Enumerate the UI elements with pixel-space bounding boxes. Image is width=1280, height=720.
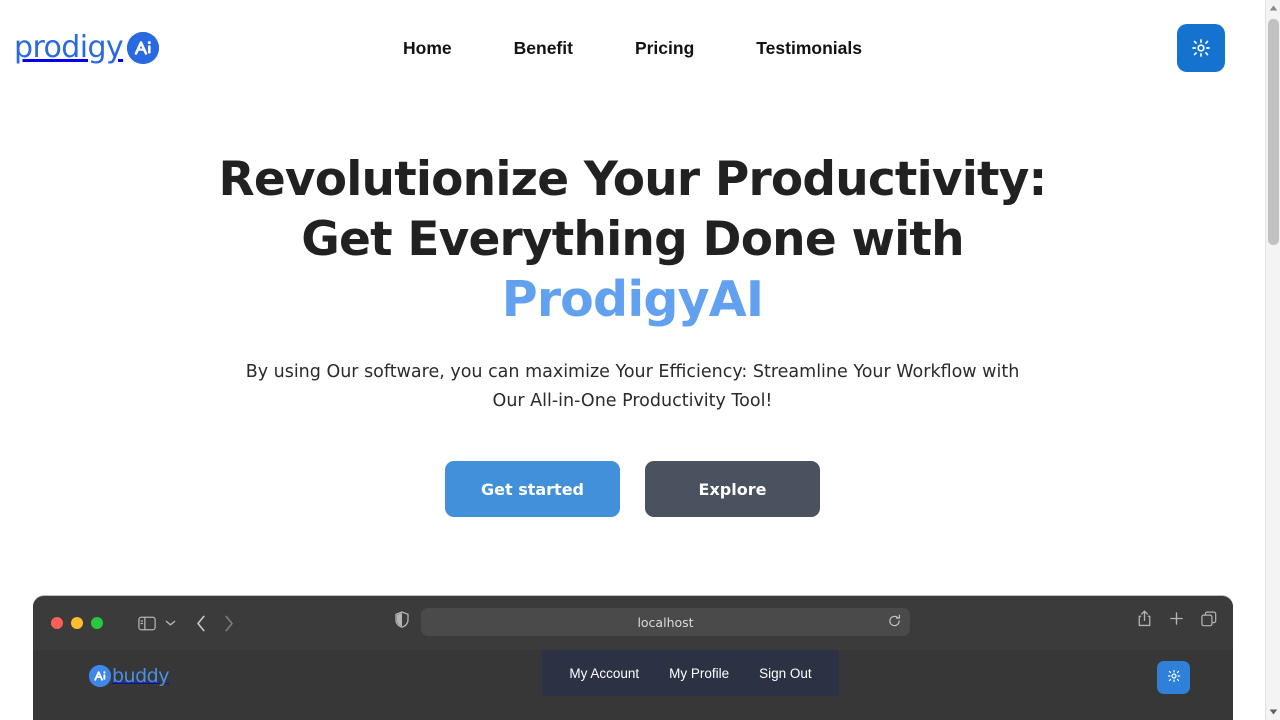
page-title: Revolutionize Your Productivity: Get Eve… (0, 150, 1265, 330)
mockup-page-content: buddy My Account My Profile Sign Out (33, 650, 1233, 720)
maximize-window-button[interactable] (91, 617, 103, 629)
hero-section: Revolutionize Your Productivity: Get Eve… (0, 150, 1265, 517)
mockup-nav-item-my-profile[interactable]: My Profile (654, 666, 744, 681)
share-icon[interactable] (1137, 610, 1152, 627)
back-navigation-icon[interactable] (196, 615, 206, 632)
mockup-nav-item-sign-out[interactable]: Sign Out (744, 666, 827, 681)
address-bar[interactable]: localhost (421, 608, 910, 636)
chevron-down-icon[interactable] (165, 619, 176, 627)
ai-circle-icon (89, 665, 111, 687)
nav-item-pricing[interactable]: Pricing (604, 33, 725, 63)
browser-mockup: localhost buddy My Account My Profile Si… (33, 596, 1233, 720)
hero-title-line-2: Get Everything Done with (301, 212, 964, 267)
scroll-up-arrow-icon[interactable] (1266, 0, 1280, 16)
site-header: prodigy Home Benefit Pricing Testimonial… (0, 0, 1265, 96)
page-canvas: prodigy Home Benefit Pricing Testimonial… (0, 0, 1265, 720)
mockup-nav-item-my-account[interactable]: My Account (554, 666, 654, 681)
mockup-navigation: My Account My Profile Sign Out (542, 650, 839, 696)
forward-navigation-icon[interactable] (224, 615, 234, 632)
page-scrollbar[interactable] (1265, 0, 1280, 720)
nav-item-benefit[interactable]: Benefit (483, 33, 604, 63)
tab-overview-icon[interactable] (1201, 610, 1217, 627)
hero-subtitle: By using Our software, you can maximize … (245, 362, 1020, 411)
hero-title-line-1: Revolutionize Your Productivity: (218, 152, 1047, 207)
get-started-button[interactable]: Get started (445, 461, 620, 517)
sun-icon (1191, 38, 1211, 58)
sun-icon (1167, 669, 1181, 686)
scroll-down-arrow-icon[interactable] (1266, 704, 1280, 720)
hero-title-accent: ProdigyAI (501, 271, 764, 328)
new-tab-icon[interactable] (1169, 610, 1184, 627)
reload-icon[interactable] (888, 614, 901, 633)
close-window-button[interactable] (51, 617, 63, 629)
mockup-theme-toggle-button[interactable] (1157, 661, 1190, 694)
minimize-window-button[interactable] (71, 617, 83, 629)
browser-toolbar-actions (1137, 610, 1217, 627)
mockup-logo-text: buddy (112, 664, 169, 687)
scrollbar-thumb[interactable] (1268, 19, 1279, 245)
shield-icon[interactable] (395, 611, 409, 628)
sidebar-toggle-icon[interactable] (138, 616, 156, 631)
nav-item-home[interactable]: Home (372, 33, 483, 63)
mockup-logo[interactable]: buddy (89, 665, 169, 687)
theme-toggle-button[interactable] (1177, 24, 1225, 72)
address-bar-url: localhost (637, 614, 694, 630)
nav-item-testimonials[interactable]: Testimonials (725, 33, 893, 63)
main-navigation: Home Benefit Pricing Testimonials (0, 33, 1265, 63)
explore-button[interactable]: Explore (645, 461, 820, 517)
window-controls (51, 617, 103, 629)
hero-cta-row: Get started Explore (0, 461, 1265, 517)
browser-toolbar: localhost (33, 596, 1233, 650)
